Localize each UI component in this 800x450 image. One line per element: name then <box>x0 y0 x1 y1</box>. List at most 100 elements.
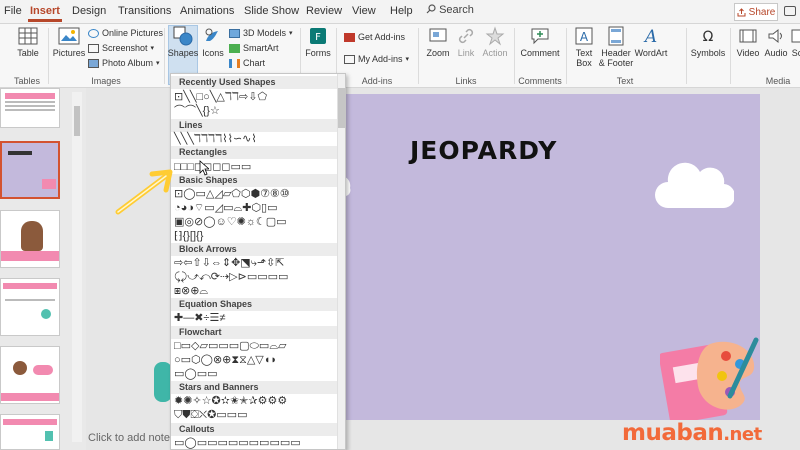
shapes-row[interactable]: □▭◇▱▭▭▭▢⬭▭⌓▱ <box>174 340 286 352</box>
slide-thumbnail[interactable] <box>0 88 60 128</box>
category-lines: Lines <box>171 119 337 132</box>
comments-icon[interactable] <box>784 6 796 16</box>
comment-button[interactable]: Comment <box>518 26 562 58</box>
chart-button[interactable]: Chart <box>229 58 265 68</box>
group-tables-label: Tables <box>13 76 40 86</box>
chevron-down-icon: ▾ <box>156 60 160 67</box>
pictures-button[interactable]: Pictures <box>52 26 86 58</box>
shapes-menu-scrollbar[interactable] <box>337 74 345 449</box>
forms-button[interactable]: F Forms <box>304 26 332 58</box>
tab-view[interactable]: View <box>352 5 376 17</box>
chevron-down-icon: ▾ <box>289 30 293 37</box>
icons-button[interactable]: Icons <box>201 26 225 58</box>
slide-thumbnail[interactable] <box>0 210 60 268</box>
search-box[interactable]: Search <box>426 4 474 16</box>
wordart-icon: A <box>643 27 657 46</box>
screen-recording-icon <box>791 29 800 43</box>
tab-help[interactable]: Help <box>390 5 413 17</box>
shapes-row[interactable]: ✚—✖÷☰≠ <box>174 312 225 324</box>
text-box-button[interactable]: A Text Box <box>570 26 598 68</box>
shapes-row[interactable]: ⧆⊗⊕⌓ <box>174 285 208 297</box>
tab-slide-show[interactable]: Slide Show <box>244 5 299 17</box>
online-pictures-button[interactable]: Online Pictures <box>88 28 163 38</box>
svg-text:A: A <box>580 30 589 44</box>
link-label: Link <box>457 48 475 58</box>
slide-thumbnail[interactable] <box>0 278 60 336</box>
online-pictures-label: Online Pictures <box>102 28 164 38</box>
group-divider <box>418 28 419 84</box>
thumbnails-scrollbar-thumb[interactable] <box>74 106 80 136</box>
screenshot-button[interactable]: Screenshot ▾ <box>88 43 154 53</box>
get-addins-label: Get Add-ins <box>358 32 406 42</box>
group-text-label: Text <box>616 76 634 86</box>
shapes-dropdown-menu: Recently Used Shapes ⊡╲╲□○╲△ℸℸ⇨⇩⬠ ⌒⌒╲{}☆… <box>170 73 346 450</box>
shapes-button[interactable]: Shapes <box>167 26 199 58</box>
shapes-row[interactable]: ⛉⛊⛋⛌✪▭▭▭ <box>174 409 247 421</box>
slide-thumbnail[interactable] <box>0 346 60 404</box>
shapes-row[interactable]: ⇨⇦⇧⇩⇔⇕✥⬔⤷⬏⇳⇱ <box>174 257 284 269</box>
audio-button[interactable]: Audio <box>762 26 790 58</box>
shapes-row[interactable]: ▣◎⊘◯☺♡✺☼☾▢▭ <box>174 216 287 228</box>
watermark-text: muaban <box>622 420 724 446</box>
book-palette-illustration <box>660 337 759 420</box>
slide-canvas[interactable]: JEOPARDY <box>340 94 760 420</box>
group-images-label: Images <box>91 76 121 86</box>
category-basic-shapes: Basic Shapes <box>171 174 337 187</box>
tab-file[interactable]: File <box>4 5 22 17</box>
shapes-row[interactable]: ▭◯▭▭ <box>174 368 218 380</box>
table-label: Table <box>17 48 39 58</box>
header-footer-button[interactable]: Header & Footer <box>598 26 634 68</box>
shapes-row[interactable]: □□□◻◻◻◻▭▭ <box>174 161 251 173</box>
category-rectangles: Rectangles <box>171 146 337 159</box>
shapes-row[interactable]: ◔◕◑⌔▭◿▭⌓✚⬡▯▭ <box>174 202 278 214</box>
shapes-row[interactable]: ⊡╲╲□○╲△ℸℸ⇨⇩⬠ <box>174 91 267 103</box>
cloud-illustration <box>655 162 734 209</box>
tab-transitions[interactable]: Transitions <box>118 5 171 17</box>
smartart-button[interactable]: SmartArt <box>229 43 279 53</box>
tab-design[interactable]: Design <box>72 5 106 17</box>
ribbon: Table Tables Pictures Online Pictures Sc… <box>0 24 800 88</box>
shapes-row[interactable]: ▭◯▭▭▭▭▭▭▭▭▭▭ <box>174 437 301 449</box>
get-addins-button[interactable]: Get Add-ins <box>344 32 405 42</box>
tab-animations[interactable]: Animations <box>180 5 234 17</box>
shapes-row[interactable]: ⌒⌒╲{}☆ <box>174 105 220 117</box>
group-addins-label: Add-ins <box>361 76 393 86</box>
shapes-menu-scrollbar-thumb[interactable] <box>338 88 345 128</box>
screen-recording-label: Sc <box>791 48 800 58</box>
shapes-row[interactable]: ╲╲╲ℸℸℸℸ⌇⌇∽∿⌇ <box>174 133 257 145</box>
screen-recording-button[interactable]: Sc <box>790 26 800 58</box>
watermark-domain: .net <box>723 424 762 445</box>
shapes-row[interactable]: ⤹⤸⤻⤺⟳⇢▷⊳▭▭▭▭ <box>174 271 288 283</box>
tab-insert[interactable]: Insert <box>28 5 62 22</box>
shapes-label: Shapes <box>167 48 199 58</box>
video-button[interactable]: Video <box>734 26 762 58</box>
thumbnails-scrollbar[interactable] <box>72 92 82 442</box>
notes-placeholder[interactable]: Click to add notes <box>88 432 175 444</box>
link-button[interactable]: Link <box>454 26 478 58</box>
icons-icon <box>205 28 218 41</box>
symbols-button[interactable]: Ω Symbols <box>690 26 726 58</box>
screenshot-icon <box>88 43 99 53</box>
tab-review[interactable]: Review <box>306 5 342 17</box>
shapes-row[interactable]: ⊡◯▭△◿▱⬠⬡⬢⑦⑧⑩ <box>174 188 290 200</box>
search-icon <box>426 4 436 14</box>
forms-icon: F <box>310 28 326 44</box>
shapes-row[interactable]: ○▭⬡◯⊗⊕⧗⧖△▽◖◗ <box>174 354 277 366</box>
shapes-row[interactable]: ✹✺✧☆✪✫✬✭✰⚙⚙⚙ <box>174 395 287 407</box>
slide-thumbnail-selected[interactable] <box>0 141 60 199</box>
group-comments-label: Comments <box>518 76 562 86</box>
slide-thumbnail[interactable] <box>0 414 60 450</box>
3d-models-button[interactable]: 3D Models ▾ <box>229 28 293 38</box>
share-button[interactable]: Share <box>734 3 778 21</box>
svg-text:A: A <box>643 27 657 46</box>
my-addins-button[interactable]: My Add-ins ▾ <box>344 54 409 64</box>
wordart-button[interactable]: A WordArt <box>634 26 668 58</box>
zoom-button[interactable]: Zoom <box>424 26 452 58</box>
table-button[interactable]: Table <box>14 26 42 58</box>
action-button[interactable]: Action <box>480 26 510 58</box>
slide-title[interactable]: JEOPARDY <box>410 136 557 165</box>
shapes-row[interactable]: ⁅⁆{}[]{} <box>174 230 203 242</box>
header-footer-icon <box>608 26 624 46</box>
photo-album-button[interactable]: Photo Album ▾ <box>88 58 160 68</box>
smartart-icon <box>229 43 240 53</box>
